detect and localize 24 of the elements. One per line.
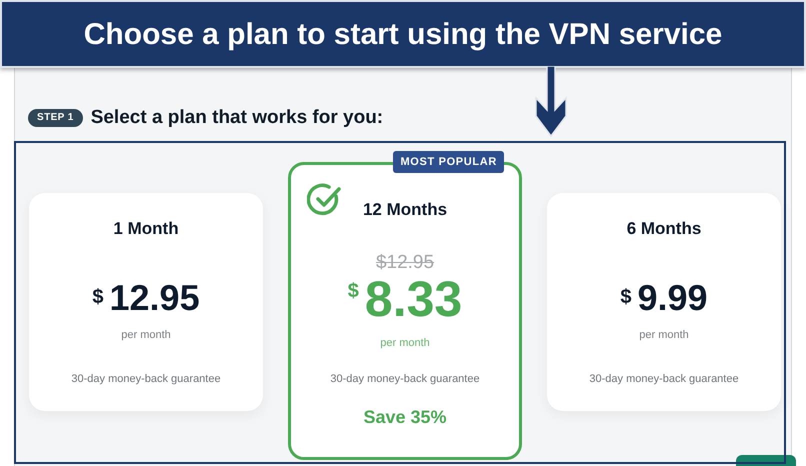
currency-symbol: $ xyxy=(620,284,632,310)
savings-text: Save 35% xyxy=(363,406,447,428)
banner-title: Choose a plan to start using the VPN service xyxy=(84,16,722,52)
price-amount: 8.33 xyxy=(364,274,462,324)
plan-card[interactable]: 6 Months $ 9.99 per month 30-day money-back guarantee xyxy=(547,192,781,410)
price-amount: 9.99 xyxy=(638,278,708,318)
original-price: $12.95 xyxy=(376,252,434,274)
step-title: Select a plan that works for you: xyxy=(90,106,384,130)
price-period: per month xyxy=(121,328,171,342)
guarantee-text: 30-day money-back guarantee xyxy=(589,372,739,386)
check-circle-icon xyxy=(307,182,343,218)
currency-symbol: $ xyxy=(92,284,104,310)
price-period: per month xyxy=(380,336,430,350)
plan-card[interactable]: 1 Month $ 12.95 per month 30-day money-back guarantee xyxy=(29,192,263,410)
guarantee-text: 30-day money-back guarantee xyxy=(71,372,221,386)
currency-symbol: $ xyxy=(348,278,359,304)
guarantee-text: 30-day money-back guarantee xyxy=(330,372,480,386)
price-amount: 12.95 xyxy=(110,278,200,318)
price-period: per month xyxy=(639,328,689,342)
plan-title: 6 Months xyxy=(626,218,702,238)
plan-title: 1 Month xyxy=(113,218,179,238)
popular-badge: MOST POPULAR xyxy=(393,150,504,172)
step-badge: STEP 1 xyxy=(28,109,83,128)
plan-title: 12 Months xyxy=(362,200,448,220)
